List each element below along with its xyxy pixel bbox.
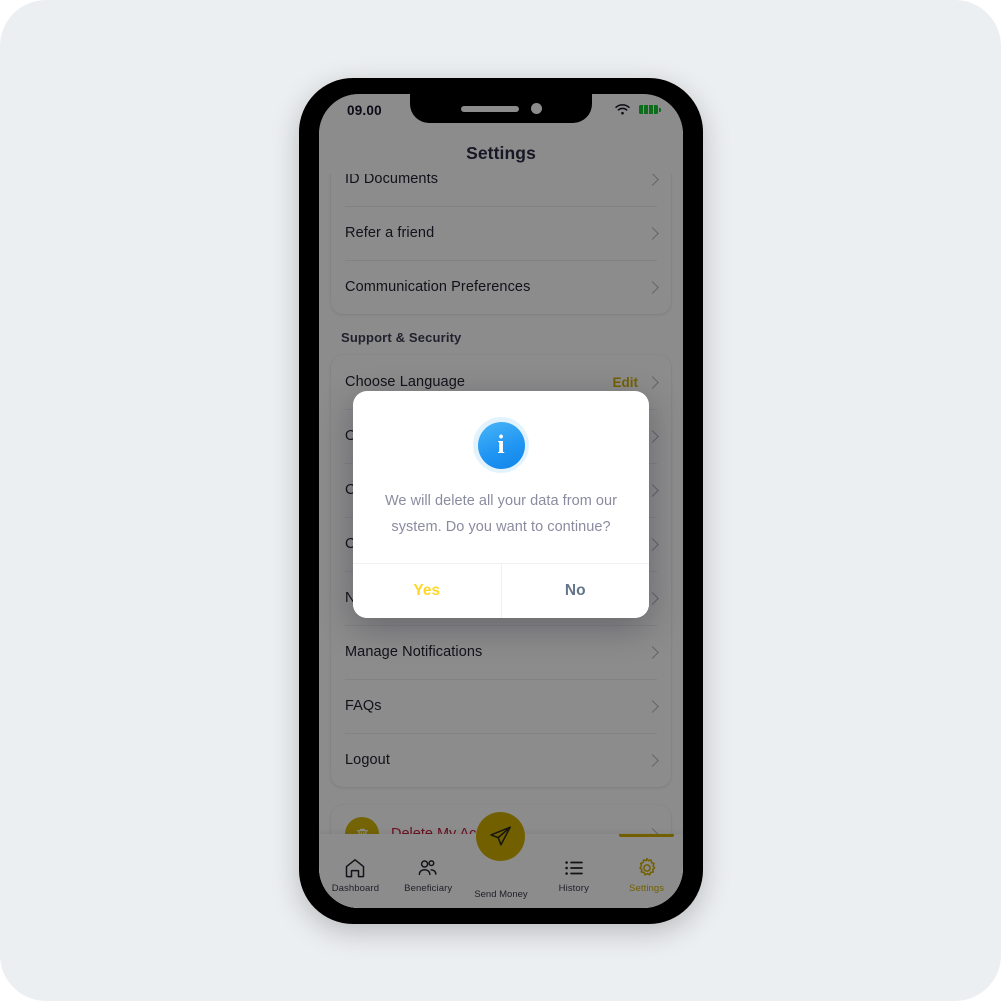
nav-item-label: Send Money [474,889,528,900]
settings-row-faqs[interactable]: FAQs [331,679,671,733]
account-settings-card: ID Documents Refer a friend Communicatio… [331,174,671,314]
settings-row-logout[interactable]: Logout [331,733,671,787]
bottom-navigation-bar: Dashboard Beneficiary Send Money History… [319,812,683,908]
phone-screen: 09.00 Settings ID Documents Refer a frie… [319,94,683,908]
dialog-message: We will delete all your data from our sy… [384,493,618,535]
section-header-support-security: Support & Security [341,330,462,345]
people-icon [418,860,437,876]
dialog-yes-button[interactable]: Yes [353,563,501,618]
chevron-right-icon [646,645,659,659]
list-icon [565,861,583,875]
settings-row-label: Refer a friend [345,225,435,241]
app-header: Settings [319,132,683,174]
nav-item-label: Beneficiary [404,883,453,894]
gear-icon [638,857,656,876]
dialog-no-button[interactable]: No [500,563,649,618]
confirm-delete-dialog: i We will delete all your data from our … [353,391,649,618]
phone-frame: 09.00 Settings ID Documents Refer a frie… [299,78,703,924]
settings-row-label: Manage Notifications [345,644,483,660]
settings-row-manage-notifications[interactable]: Manage Notifications [331,625,671,679]
page-title: Settings [466,142,536,163]
send-money-fab[interactable] [476,812,526,861]
home-icon [346,859,365,878]
trash-icon [345,817,379,834]
battery-icon [639,105,661,114]
dialog-actions: Yes No [353,562,649,618]
nav-item-settings[interactable]: Settings [610,834,683,908]
settings-row-communication-preferences[interactable]: Communication Preferences [331,260,671,314]
chevron-right-icon [646,375,659,389]
settings-row-label: ID Documents [345,174,439,187]
phone-notch [410,94,592,123]
nav-item-send-money[interactable]: Send Money [465,812,538,908]
chevron-right-icon [646,226,659,240]
page-canvas: 09.00 Settings ID Documents Refer a frie… [0,0,1001,1001]
chevron-right-icon [646,280,659,294]
nav-item-beneficiary[interactable]: Beneficiary [392,834,465,908]
settings-row-id-documents[interactable]: ID Documents [331,174,671,206]
settings-row-label: Logout [345,752,390,768]
nav-item-label: Dashboard [331,883,380,894]
info-icon: i [477,421,525,469]
chevron-right-icon [646,699,659,713]
nav-item-history[interactable]: History [537,834,610,908]
chevron-right-icon [646,753,659,767]
wifi-icon [615,104,630,115]
settings-row-label: Choose Language [345,374,466,390]
info-icon-halo: i [473,417,529,473]
settings-row-label: FAQs [345,698,382,714]
front-camera [530,103,542,114]
paper-plane-icon [490,826,512,846]
settings-row-label: Communication Preferences [345,279,531,295]
settings-row-refer-a-friend[interactable]: Refer a friend [331,206,671,260]
nav-item-label: History [558,883,589,894]
nav-item-dashboard[interactable]: Dashboard [319,834,392,908]
status-bar-indicators [615,104,661,115]
dialog-body: i We will delete all your data from our … [353,391,649,563]
nav-item-label: Settings [629,883,665,894]
earpiece-speaker [460,105,519,112]
chevron-right-icon [646,174,659,186]
settings-row-edit-action[interactable]: Edit [613,375,639,390]
status-bar-time: 09.00 [347,103,382,118]
